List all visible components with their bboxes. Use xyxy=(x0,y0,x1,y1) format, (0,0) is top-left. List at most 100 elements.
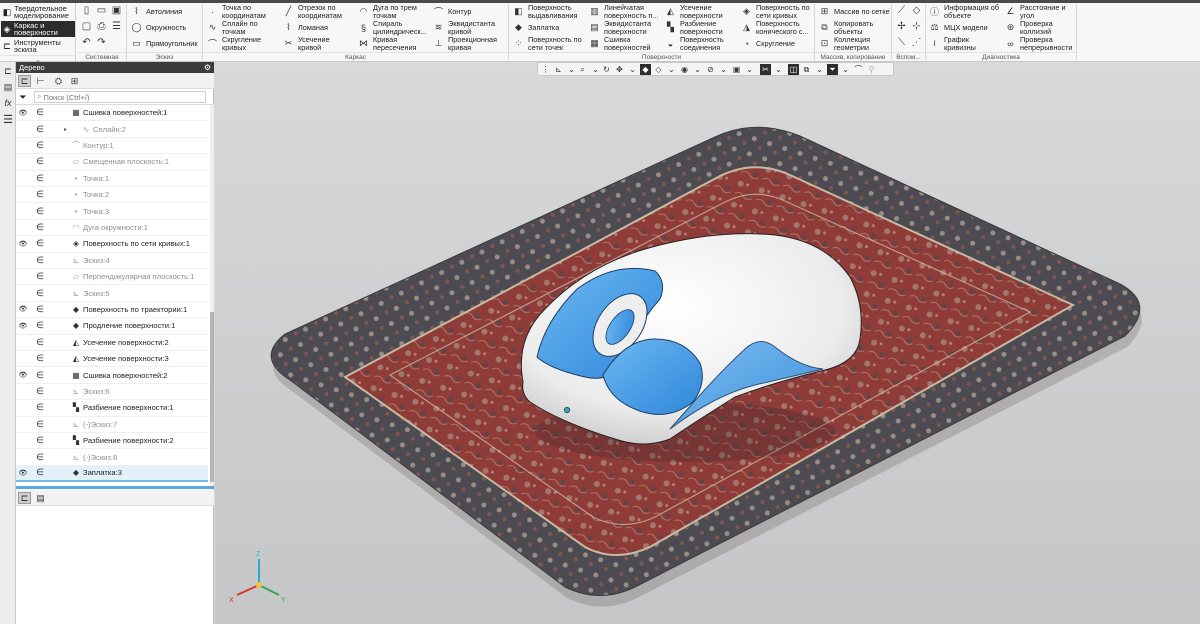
extrusion-surface-button[interactable]: ◧ Поверхность выдавливания xyxy=(512,4,577,19)
fillet-surface-button[interactable]: ◔ Скругление xyxy=(740,36,795,51)
tree-tab-icon[interactable]: ⊏ xyxy=(18,492,31,504)
membership-icon[interactable]: ∈ xyxy=(36,402,44,413)
intersection-curve-button[interactable]: ⋈ Кривая пересечения xyxy=(357,36,417,51)
view-cube-icon[interactable]: ◇ xyxy=(653,64,664,75)
tree-grid-icon[interactable]: ⊞ xyxy=(68,75,81,87)
contour-button[interactable]: ⌒ Контур xyxy=(432,4,471,19)
tree-components-icon[interactable]: ⛭ xyxy=(52,75,65,87)
trim-surface-button[interactable]: ◭ Усечение поверхности xyxy=(664,4,723,19)
point-net-surface-button[interactable]: ⁘ Поверхность по сети точек xyxy=(512,36,582,51)
print-icon[interactable]: ⎙ xyxy=(95,20,108,33)
aux-cs-icon[interactable]: ⊹ xyxy=(910,20,923,33)
spline-by-points-button[interactable]: ∿ Сплайн по точкам xyxy=(206,20,258,35)
membership-icon[interactable]: ∈ xyxy=(36,255,44,266)
filter-icon[interactable]: ⏷ xyxy=(827,64,838,75)
stitch-surfaces-button[interactable]: ▦ Сшивка поверхностей xyxy=(588,36,650,51)
eye-icon[interactable]: 👁 xyxy=(18,371,28,379)
geometry-collection-button[interactable]: ⊡ Коллекция геометрии xyxy=(818,36,870,51)
layers-icon[interactable]: ⧉ xyxy=(801,64,812,75)
expand-arrow-icon[interactable]: ▸ xyxy=(64,126,67,133)
magnet-icon[interactable]: ⌒ xyxy=(853,64,864,75)
tree-row[interactable]: 👁 ∈ ◈ Поверхность по сети кривых:1 xyxy=(16,236,208,253)
chevron-down-icon[interactable]: ⌄ xyxy=(840,64,851,75)
rotate-icon[interactable]: ↻ xyxy=(601,64,612,75)
list-tab-icon[interactable]: ▤ xyxy=(34,492,47,504)
mass-properties-button[interactable]: ⚖ МЦХ модели xyxy=(928,20,987,35)
grid-array-button[interactable]: ⊞ Массив по сетке xyxy=(818,4,890,19)
eye-icon[interactable]: 👁 xyxy=(18,109,28,117)
membership-icon[interactable]: ∈ xyxy=(36,452,44,463)
membership-icon[interactable]: ∈ xyxy=(36,304,44,315)
aux-plane-icon[interactable]: ◇ xyxy=(910,4,923,17)
panel-splitter[interactable] xyxy=(16,486,214,489)
membership-icon[interactable]: ∈ xyxy=(36,222,44,233)
tree-structure-icon[interactable]: ⊏ xyxy=(18,75,31,87)
tree-row[interactable]: ∈ ⌒ Контур:1 xyxy=(16,138,208,155)
chevron-down-icon[interactable]: ⌄ xyxy=(666,64,677,75)
tree-row[interactable]: 👁 ∈ ▦ Сшивка поверхностей:2 xyxy=(16,367,208,384)
perspective-icon[interactable]: ◫ xyxy=(788,64,799,75)
tree-panel-icon[interactable]: ⊏ xyxy=(2,65,14,77)
aux-line-icon[interactable]: ⟍ xyxy=(895,36,908,49)
redo-icon[interactable]: ↷ xyxy=(95,36,108,49)
tree-row[interactable]: 👁 ∈ ◆ Продление поверхности:1 xyxy=(16,318,208,335)
chevron-down-icon[interactable]: ⌄ xyxy=(692,64,703,75)
blend-surface-button[interactable]: ◒ Поверхность соединения xyxy=(664,36,724,51)
chevron-down-icon[interactable]: ⌄ xyxy=(744,64,755,75)
properties-panel-icon[interactable]: ▤ xyxy=(2,81,14,93)
orientation-cube-icon[interactable]: ◆ xyxy=(640,64,651,75)
chevron-down-icon[interactable]: ⌄ xyxy=(773,64,784,75)
zoom-icon[interactable]: ⌕ xyxy=(577,64,588,75)
chevron-down-icon[interactable]: ⌄ xyxy=(590,64,601,75)
aux-more-icon[interactable]: ⋰ xyxy=(910,36,923,49)
tree-row[interactable]: 👁 ∈ ▦ Сшивка поверхностей:1 xyxy=(16,105,208,122)
cs-icon[interactable]: ⊾ xyxy=(553,64,564,75)
segment-by-coords-button[interactable]: ╱ Отрезок по координатам xyxy=(282,4,342,19)
membership-icon[interactable]: ∈ xyxy=(36,320,44,331)
membership-icon[interactable]: ∈ xyxy=(36,353,44,364)
membership-icon[interactable]: ∈ xyxy=(36,467,44,478)
curve-fillet-button[interactable]: ⌒ Скругление кривых xyxy=(206,36,261,51)
collision-check-button[interactable]: ⊛ Проверка коллизий xyxy=(1004,20,1053,35)
membership-icon[interactable]: ∈ xyxy=(36,107,44,118)
membership-icon[interactable]: ∈ xyxy=(36,370,44,381)
pin-icon[interactable]: ⚲ xyxy=(866,64,877,75)
tree-row[interactable]: ∈ ⊾ Эскиз:4 xyxy=(16,253,208,269)
membership-icon[interactable]: ∈ xyxy=(36,337,44,348)
point-by-coords-button[interactable]: · Точка по координатам xyxy=(206,4,266,19)
search-input[interactable] xyxy=(43,92,204,102)
tree-row[interactable]: ∈ ▸ ∿ Сплайн:2 xyxy=(16,121,208,138)
tree-row[interactable]: 👁 ∈ ◆ Поверхность по траектории:1 xyxy=(16,302,208,319)
arc-three-points-button[interactable]: ◠ Дуга по трем точкам xyxy=(357,4,417,19)
distance-angle-button[interactable]: ∠ Расстояние и угол xyxy=(1004,4,1065,19)
tree-row[interactable]: 👁 ∈ ◆ Заплатка:3 xyxy=(16,465,208,483)
offset-curve-button[interactable]: ≋ Эквидистанта кривой xyxy=(432,20,495,35)
tree-row[interactable]: ∈ ◭ Усечение поверхности:3 xyxy=(16,351,208,368)
gear-icon[interactable]: ⚙ xyxy=(204,62,211,73)
3d-viewport[interactable]: Z X Y xyxy=(215,77,1200,624)
eye-icon[interactable]: 👁 xyxy=(18,322,28,330)
save-icon[interactable]: ▣ xyxy=(110,4,123,17)
tree-row[interactable]: ∈ • Точка:2 xyxy=(16,187,208,204)
membership-icon[interactable]: ∈ xyxy=(36,173,44,184)
tree-scroll-thumb[interactable] xyxy=(210,312,214,482)
tree-row[interactable]: ∈ ▚ Разбиение поверхности:1 xyxy=(16,400,208,417)
tree-row[interactable]: ∈ ◠ Дуга окружности:1 xyxy=(16,220,208,237)
chevron-down-icon[interactable]: ⌄ xyxy=(627,64,638,75)
tree-row[interactable]: ∈ • Точка:3 xyxy=(16,203,208,220)
curvature-graph-button[interactable]: ≀ График кривизны xyxy=(928,36,976,51)
membership-icon[interactable]: ∈ xyxy=(36,140,44,151)
grid-icon[interactable]: ⋮ xyxy=(540,64,551,75)
tree-row[interactable]: ∈ ⊾ Эскиз:5 xyxy=(16,285,208,302)
continuity-check-button[interactable]: ∞ Проверка непрерывности xyxy=(1004,36,1072,51)
new-file-icon[interactable]: ▯ xyxy=(80,4,93,17)
filter-icon[interactable]: ⏷ xyxy=(16,92,30,103)
eye-icon[interactable]: 👁 xyxy=(18,469,28,477)
split-surface-button[interactable]: ▚ Разбиение поверхности xyxy=(664,20,723,35)
open-folder-icon[interactable]: ▭ xyxy=(95,4,108,17)
tree-row[interactable]: ∈ ▱ Перпендикулярная плоскость:1 xyxy=(16,269,208,286)
eye-icon[interactable]: 👁 xyxy=(18,305,28,313)
autoline-button[interactable]: ⌇ Автолиния xyxy=(130,4,182,19)
pan-icon[interactable]: ✥ xyxy=(614,64,625,75)
rectangle-button[interactable]: ▭ Прямоугольник xyxy=(130,36,197,51)
